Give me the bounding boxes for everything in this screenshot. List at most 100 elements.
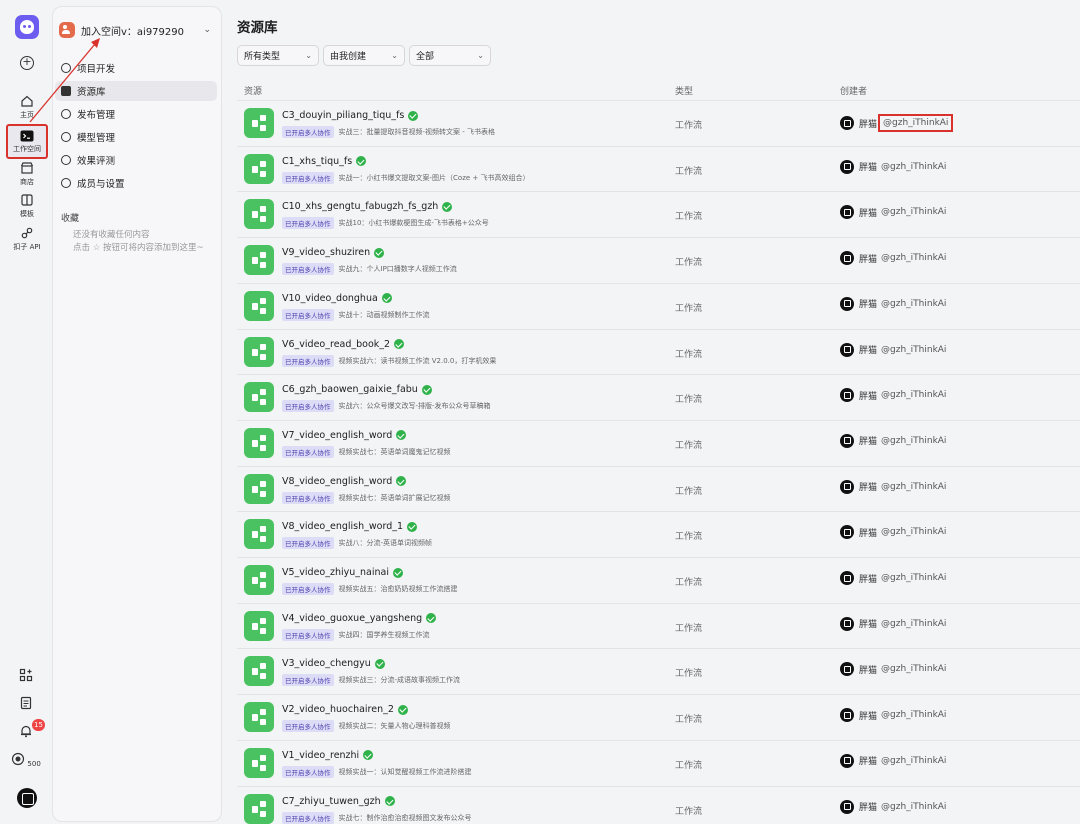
column-header-resource[interactable]: 资源 — [244, 84, 262, 97]
resource-type: 工作流 — [675, 806, 703, 817]
collab-tag: 已开启多人协作 — [282, 217, 334, 230]
collab-tag: 已开启多人协作 — [282, 765, 334, 778]
creator-avatar — [840, 753, 854, 768]
table-row[interactable]: V3_video_chengyu 已开启多人协作 视频实战三：分流-成语故事视频工作… — [237, 648, 1080, 694]
creator-name: 胖猫 — [859, 483, 878, 494]
creator-handle: @gzh_iThinkAi — [881, 664, 947, 675]
resource-desc-cell: 已开启多人协作 视频实战二：矢量人物心理科普视频 — [282, 720, 451, 733]
workflow-icon — [244, 336, 274, 367]
table-row[interactable]: C10_xhs_gengtu_fabugzh_fs_gzh 已开启多人协作 实战10… — [237, 191, 1080, 237]
table-row[interactable]: V10_video_donghua 已开启多人协作 实战十：动画视频制作工作流 工作流… — [237, 282, 1080, 329]
creator-cell: 胖猫 @gzh_iThinkAi — [840, 296, 946, 311]
chevron-down-icon: ⌄ — [203, 25, 211, 35]
rail-item-home[interactable]: 主页 — [6, 94, 48, 120]
resource-type: 工作流 — [675, 440, 703, 451]
rail-item-workspace[interactable]: 工作空间 — [6, 124, 48, 159]
table-row[interactable]: V8_video_english_word_1 已开启多人协作 实战八：分流-英语单… — [237, 511, 1080, 557]
filter-creator-select[interactable]: 由我创建 ⌄ — [323, 45, 405, 66]
resource-name-cell: V3_video_chengyu — [282, 658, 385, 669]
table-row[interactable]: C1_xhs_tiqu_fs 已开启多人协作 实战一：小红书爆文提取文案-图片（Co… — [237, 145, 1080, 192]
smile-icon — [61, 63, 71, 73]
table-row[interactable]: V5_video_zhiyu_nainai 已开启多人协作 视频实战五：治愈奶奶视频… — [237, 557, 1080, 603]
workflow-icon — [244, 519, 274, 550]
published-check-icon — [407, 521, 418, 532]
table-row[interactable]: V9_video_shuziren 已开启多人协作 实战九：个人IP口播数字人视频工… — [237, 237, 1080, 283]
resource-name-cell: V4_video_guoxue_yangsheng — [282, 612, 437, 624]
create-plus-icon[interactable]: + — [20, 56, 34, 70]
workflow-icon — [244, 610, 274, 641]
published-check-icon — [421, 384, 432, 395]
table-row[interactable]: V8_video_english_word 已开启多人协作 视频实战七：英语单词扩展… — [237, 465, 1080, 512]
table-row[interactable]: C7_zhiyu_tuwen_gzh 已开启多人协作 实战七：制作治愈治愈视频图文发… — [237, 785, 1080, 824]
resource-desc: 视频实战七：英语单词扩展记忆视频 — [338, 493, 451, 502]
workflow-icon — [244, 290, 274, 321]
api-icon — [21, 227, 33, 239]
published-check-icon — [408, 110, 419, 121]
table-row[interactable]: V2_video_huochairen_2 已开启多人协作 视频实战二：矢量人物心理… — [237, 694, 1080, 740]
collab-tag: 已开启多人协作 — [282, 263, 334, 276]
nav-models[interactable]: 模型管理 — [55, 127, 217, 147]
creator-cell: 胖猫 @gzh_iThinkAi — [840, 251, 946, 266]
table-row[interactable]: V7_video_english_word 已开启多人协作 视频实战七：英语单词魔鬼… — [237, 419, 1080, 466]
apps-grid-icon[interactable] — [0, 668, 52, 684]
table-row[interactable]: V4_video_guoxue_yangsheng 已开启多人协作 实战四：国学养生… — [237, 602, 1080, 649]
table-row[interactable]: V1_video_renzhi 已开启多人协作 视频实战一：认知觉醒视频工作流进阶搭… — [237, 739, 1080, 786]
coin-icon — [12, 752, 25, 766]
collab-tag: 已开启多人协作 — [282, 811, 334, 824]
column-header-type[interactable]: 类型 — [675, 84, 693, 97]
column-header-creator[interactable]: 创建者 — [840, 84, 867, 97]
workflow-icon — [244, 245, 274, 276]
document-icon[interactable] — [0, 696, 52, 712]
rail-item-template[interactable]: 模板 — [6, 193, 48, 219]
resource-desc: 视频实战二：矢量人物心理科普视频 — [338, 722, 451, 731]
nav-members[interactable]: 成员与设置 — [55, 173, 217, 193]
nav-evaluation[interactable]: 效果评测 — [55, 150, 217, 170]
resource-name-cell: V2_video_huochairen_2 — [282, 704, 408, 715]
creator-avatar — [840, 799, 854, 814]
table-row[interactable]: V6_video_read_book_2 已开启多人协作 视频实战六：读书视频工作流… — [237, 328, 1080, 375]
workflow-icon — [244, 427, 274, 458]
users-icon — [61, 178, 71, 188]
workflow-icon — [244, 747, 274, 778]
published-check-icon — [394, 339, 405, 349]
workflow-icon — [244, 702, 274, 733]
creator-avatar — [840, 708, 854, 723]
resource-name-cell: C6_gzh_baowen_gaixie_fabu — [282, 384, 432, 395]
resource-name-cell: C1_xhs_tiqu_fs — [282, 156, 367, 167]
points-item[interactable]: 500 — [0, 752, 52, 768]
nav-publish[interactable]: 发布管理 — [55, 104, 217, 124]
resource-name-cell: C10_xhs_gengtu_fabugzh_fs_gzh — [282, 201, 453, 212]
nav-label: 资源库 — [77, 87, 106, 98]
resource-name: C6_gzh_baowen_gaixie_fabu — [282, 384, 418, 396]
app-logo-icon[interactable] — [15, 15, 39, 39]
resource-desc-cell: 已开启多人协作 实战10：小红书爆款梗图生成-飞书表格+公众号 — [282, 217, 489, 230]
resource-name-cell: V8_video_english_word_1 — [282, 521, 418, 532]
filter-scope-select[interactable]: 全部 ⌄ — [409, 45, 491, 66]
collab-tag: 已开启多人协作 — [282, 308, 334, 321]
collab-tag: 已开启多人协作 — [282, 583, 334, 595]
collab-tag: 已开启多人协作 — [282, 491, 334, 504]
filter-type-select[interactable]: 所有类型 ⌄ — [237, 45, 319, 66]
creator-avatar — [840, 296, 854, 311]
space-switcher[interactable]: 加入空间v：ai979290 ⌄ — [59, 17, 217, 43]
creator-cell: 胖猫 @gzh_iThinkAi — [840, 433, 946, 448]
table-row[interactable]: C6_gzh_baowen_gaixie_fabu 已开启多人协作 实战六：公众号爆… — [237, 374, 1080, 420]
rail-item-api[interactable]: 扣子 API — [6, 226, 48, 252]
resource-name: C7_zhiyu_tuwen_gzh — [282, 795, 381, 807]
nav-label: 发布管理 — [77, 110, 116, 121]
nav-resource-library[interactable]: 资源库 — [55, 81, 217, 101]
notification-badge: 15 — [32, 719, 45, 731]
resource-name: V4_video_guoxue_yangsheng — [282, 612, 423, 624]
rail-item-store[interactable]: 商店 — [6, 161, 48, 187]
creator-cell: 胖猫 @gzh_iThinkAi — [840, 159, 946, 174]
resource-desc-cell: 已开启多人协作 实战八：分流-英语单词视频帧 — [282, 537, 432, 550]
nav-project-dev[interactable]: 项目开发 — [55, 58, 217, 78]
resource-desc-cell: 已开启多人协作 视频实战三：分流-成语故事视频工作流 — [282, 674, 460, 687]
rail-item-label: 扣子 API — [13, 243, 41, 251]
table-row[interactable]: C3_douyin_piliang_tiqu_fs 已开启多人协作 实战三：批量提取… — [237, 100, 1080, 146]
creator-name: 胖猫 — [859, 574, 878, 585]
workflow-icon — [244, 793, 274, 824]
creator-avatar — [840, 388, 854, 403]
creator-name: 胖猫 — [859, 757, 878, 768]
user-avatar[interactable] — [17, 788, 37, 808]
